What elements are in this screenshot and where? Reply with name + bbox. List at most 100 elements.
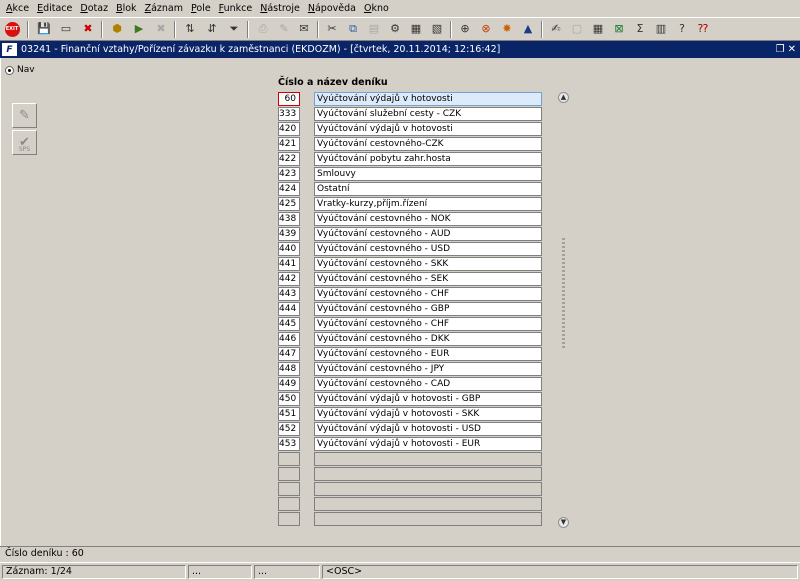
print-icon[interactable]: ⎙ <box>255 21 271 37</box>
journal-name-field[interactable]: Vyúčtování cestovného - SEK <box>314 272 542 286</box>
menu-item[interactable]: Blok <box>112 0 140 17</box>
menu-item[interactable]: Nápověda <box>304 0 360 17</box>
warning-icon[interactable]: ▲ <box>520 21 536 37</box>
journal-name-field[interactable]: Vyúčtování cestovného - CHF <box>314 317 542 331</box>
journal-code-field[interactable]: 443 <box>278 287 300 301</box>
journal-code-field[interactable]: 450 <box>278 392 300 406</box>
journal-name-field[interactable]: Vyúčtování výdajů v hotovosti <box>314 122 542 136</box>
save-icon[interactable]: 💾 <box>36 21 52 37</box>
journal-name-field[interactable]: Vyúčtování výdajů v hotovosti <box>314 92 542 106</box>
journal-code-field[interactable]: 449 <box>278 377 300 391</box>
cancel-query-icon[interactable]: ✖ <box>153 21 169 37</box>
journal-code-field[interactable] <box>278 497 300 511</box>
journal-name-field[interactable]: Vyúčtování pobytu zahr.hosta <box>314 152 542 166</box>
journal-code-field[interactable]: 422 <box>278 152 300 166</box>
journal-code-field[interactable]: 420 <box>278 122 300 136</box>
journal-name-field[interactable]: Smlouvy <box>314 167 542 181</box>
journal-name-field[interactable] <box>314 482 542 496</box>
close-icon[interactable]: ✕ <box>788 41 796 58</box>
restore-icon[interactable]: ❐ <box>776 41 785 58</box>
context-help-icon[interactable]: ⁇ <box>695 21 711 37</box>
exit-icon[interactable]: EXIT <box>4 21 20 37</box>
journal-code-field[interactable]: 333 <box>278 107 300 121</box>
journal-name-field[interactable] <box>314 512 542 526</box>
sort-icon[interactable]: ⇅ <box>182 21 198 37</box>
menu-item[interactable]: Funkce <box>215 0 257 17</box>
table-icon[interactable]: ▥ <box>653 21 669 37</box>
paste-icon[interactable]: ▤ <box>366 21 382 37</box>
journal-code-field[interactable]: 452 <box>278 422 300 436</box>
star-icon[interactable]: ✸ <box>499 21 515 37</box>
journal-name-field[interactable]: Vyúčtování cestovného - EUR <box>314 347 542 361</box>
journal-code-field[interactable] <box>278 482 300 496</box>
journal-name-field[interactable]: Vyúčtování služební cesty - CZK <box>314 107 542 121</box>
journal-code-field[interactable]: 424 <box>278 182 300 196</box>
menu-item[interactable]: Dotaz <box>76 0 112 17</box>
delete-icon[interactable]: ✖ <box>80 21 96 37</box>
sps-side-button[interactable]: ✔ SPS <box>12 130 37 155</box>
preview-icon[interactable]: ▢ <box>569 21 585 37</box>
journal-name-field[interactable]: Vyúčtování výdajů v hotovosti - GBP <box>314 392 542 406</box>
record-nav-icon[interactable]: ⊗ <box>478 21 494 37</box>
journal-name-field[interactable] <box>314 452 542 466</box>
journal-name-field[interactable]: Vyúčtování výdajů v hotovosti - SKK <box>314 407 542 421</box>
attach-icon[interactable]: ✎ <box>276 21 292 37</box>
journal-name-field[interactable]: Vyúčtování cestovného - USD <box>314 242 542 256</box>
journal-name-field[interactable] <box>314 467 542 481</box>
journal-name-field[interactable] <box>314 497 542 511</box>
journal-code-field[interactable]: 446 <box>278 332 300 346</box>
sum-icon[interactable]: Σ <box>632 21 648 37</box>
journal-name-field[interactable]: Vyúčtování výdajů v hotovosti - USD <box>314 422 542 436</box>
export-icon[interactable]: ▦ <box>590 21 606 37</box>
journal-code-field[interactable]: 421 <box>278 137 300 151</box>
journal-code-field[interactable]: 438 <box>278 212 300 226</box>
clear-icon[interactable]: ▭ <box>58 21 74 37</box>
journal-name-field[interactable]: Vyúčtování výdajů v hotovosti - EUR <box>314 437 542 451</box>
menu-item[interactable]: Záznam <box>141 0 187 17</box>
record-icon[interactable]: ▧ <box>429 21 445 37</box>
scrollbar[interactable]: ▲ ▼ <box>558 92 569 528</box>
report-icon[interactable]: ✍ <box>548 21 564 37</box>
edit-side-button[interactable]: ✎ <box>12 103 37 128</box>
nav-radio[interactable]: Nav <box>5 65 35 75</box>
journal-code-field[interactable]: 451 <box>278 407 300 421</box>
journal-code-field[interactable]: 440 <box>278 242 300 256</box>
sort-desc-icon[interactable]: ⇵ <box>204 21 220 37</box>
journal-name-field[interactable]: Vyúčtování cestovného - CHF <box>314 287 542 301</box>
execute-query-icon[interactable]: ▶ <box>131 21 147 37</box>
help-icon[interactable]: ? <box>674 21 690 37</box>
edit-icon[interactable]: ⚙ <box>387 21 403 37</box>
journal-code-field[interactable]: 453 <box>278 437 300 451</box>
menu-item[interactable]: Editace <box>33 0 76 17</box>
journal-code-field[interactable] <box>278 467 300 481</box>
journal-code-field[interactable]: 439 <box>278 227 300 241</box>
excel-icon[interactable]: ⊠ <box>611 21 627 37</box>
calendar-icon[interactable]: ▦ <box>408 21 424 37</box>
menu-item[interactable]: Nástroje <box>256 0 304 17</box>
cut-icon[interactable]: ✂ <box>324 21 340 37</box>
scroll-down-icon[interactable]: ▼ <box>558 517 569 528</box>
journal-code-field[interactable]: 60 <box>278 92 300 106</box>
journal-code-field[interactable] <box>278 512 300 526</box>
journal-code-field[interactable]: 442 <box>278 272 300 286</box>
mail-icon[interactable]: ✉ <box>296 21 312 37</box>
journal-name-field[interactable]: Vyúčtování cestovného-CZK <box>314 137 542 151</box>
scroll-up-icon[interactable]: ▲ <box>558 92 569 103</box>
journal-code-field[interactable]: 445 <box>278 317 300 331</box>
journal-name-field[interactable]: Vyúčtování cestovného - CAD <box>314 377 542 391</box>
filter-icon[interactable]: ⏷ <box>226 21 242 37</box>
journal-name-field[interactable]: Ostatní <box>314 182 542 196</box>
menu-item[interactable]: Akce <box>2 0 33 17</box>
menu-item[interactable]: Okno <box>360 0 393 17</box>
journal-name-field[interactable]: Vyúčtování cestovného - GBP <box>314 302 542 316</box>
journal-name-field[interactable]: Vyúčtování cestovného - AUD <box>314 227 542 241</box>
copy-icon[interactable]: ⧉ <box>345 21 361 37</box>
enter-query-icon[interactable]: ⬢ <box>109 21 125 37</box>
journal-code-field[interactable]: 447 <box>278 347 300 361</box>
journal-name-field[interactable]: Vratky-kurzy,příjm.řízení <box>314 197 542 211</box>
journal-code-field[interactable]: 423 <box>278 167 300 181</box>
journal-name-field[interactable]: Vyúčtování cestovného - DKK <box>314 332 542 346</box>
scroll-grip[interactable] <box>562 238 565 348</box>
journal-code-field[interactable]: 444 <box>278 302 300 316</box>
journal-code-field[interactable] <box>278 452 300 466</box>
